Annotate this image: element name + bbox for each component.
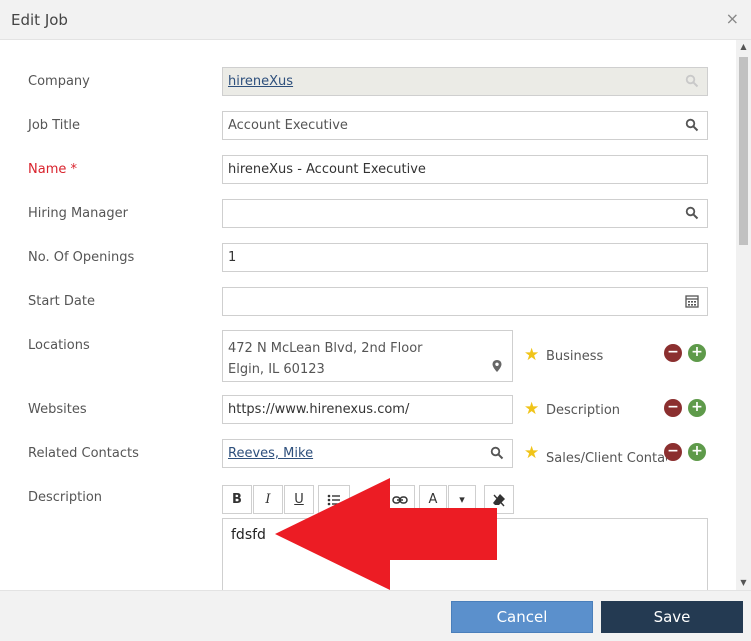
add-location-button[interactable]: + xyxy=(688,344,706,362)
primary-star-icon[interactable]: ★ xyxy=(524,345,539,365)
add-website-button[interactable]: + xyxy=(688,399,706,417)
contact-type-label: Sales/Client Contact xyxy=(546,451,667,466)
company-link[interactable]: hireneXus xyxy=(228,74,293,89)
scrollbar-thumb[interactable] xyxy=(739,57,748,245)
job-title-label: Job Title xyxy=(28,118,81,133)
required-mark: * xyxy=(66,162,77,177)
location-line-2: Elgin, IL 60123 xyxy=(228,362,325,377)
remove-location-button[interactable]: − xyxy=(664,344,682,362)
search-icon[interactable] xyxy=(685,206,699,220)
description-label: Description xyxy=(28,490,103,505)
openings-value: 1 xyxy=(228,250,237,265)
related-contact-link[interactable]: Reeves, Mike xyxy=(228,446,313,461)
start-date-label: Start Date xyxy=(28,294,95,309)
search-icon[interactable] xyxy=(685,118,699,132)
search-icon[interactable] xyxy=(490,446,504,460)
location-line-1: 472 N McLean Blvd, 2nd Floor xyxy=(228,341,423,356)
calendar-icon[interactable] xyxy=(685,294,699,308)
cancel-button[interactable]: Cancel xyxy=(451,601,593,633)
primary-star-icon[interactable]: ★ xyxy=(524,399,539,419)
related-contact-field[interactable]: Reeves, Mike xyxy=(222,439,513,468)
location-address-field[interactable]: 472 N McLean Blvd, 2nd Floor Elgin, IL 6… xyxy=(222,330,513,382)
websites-label: Websites xyxy=(28,402,87,417)
website-value: https://www.hirenexus.com/ xyxy=(228,402,410,417)
related-contacts-label: Related Contacts xyxy=(28,446,139,461)
name-label-text: Name xyxy=(28,162,67,177)
edit-job-dialog: Edit Job × Company hireneXus Job Title A… xyxy=(0,0,751,641)
close-icon[interactable]: × xyxy=(726,9,739,28)
openings-label: No. Of Openings xyxy=(28,250,135,265)
add-contact-button[interactable]: + xyxy=(688,443,706,461)
job-title-field[interactable]: Account Executive xyxy=(222,111,708,140)
name-label: Name * xyxy=(28,162,77,177)
location-type-label: Business xyxy=(546,349,604,364)
job-title-value: Account Executive xyxy=(228,118,348,133)
bold-button[interactable]: B xyxy=(222,485,252,514)
dialog-body: Company hireneXus Job Title Account Exec… xyxy=(0,40,751,590)
website-type-label: Description xyxy=(546,403,621,418)
openings-field[interactable]: 1 xyxy=(222,243,708,272)
scroll-down-icon[interactable]: ▼ xyxy=(736,576,751,590)
company-field[interactable]: hireneXus xyxy=(222,67,708,96)
hiring-manager-field[interactable] xyxy=(222,199,708,228)
description-text: fdsfd xyxy=(231,527,266,543)
dialog-title: Edit Job xyxy=(11,11,68,29)
contact-type-clip: Sales/Client Contact xyxy=(546,447,667,466)
remove-website-button[interactable]: − xyxy=(664,399,682,417)
scroll-up-icon[interactable]: ▲ xyxy=(736,40,751,54)
red-arrow-annotation xyxy=(275,478,497,590)
website-field[interactable]: https://www.hirenexus.com/ xyxy=(222,395,513,424)
locations-label: Locations xyxy=(28,338,90,353)
vertical-scrollbar[interactable]: ▲ ▼ xyxy=(736,40,751,590)
map-pin-icon[interactable] xyxy=(490,359,504,373)
dialog-footer: Cancel Save xyxy=(0,590,751,641)
save-button[interactable]: Save xyxy=(601,601,743,633)
company-label: Company xyxy=(28,74,90,89)
primary-star-icon[interactable]: ★ xyxy=(524,443,539,463)
name-value: hireneXus - Account Executive xyxy=(228,162,426,177)
start-date-field[interactable] xyxy=(222,287,708,316)
search-icon xyxy=(685,74,699,88)
remove-contact-button[interactable]: − xyxy=(664,443,682,461)
name-field[interactable]: hireneXus - Account Executive xyxy=(222,155,708,184)
dialog-header: Edit Job × xyxy=(0,0,751,40)
hiring-manager-label: Hiring Manager xyxy=(28,206,128,221)
